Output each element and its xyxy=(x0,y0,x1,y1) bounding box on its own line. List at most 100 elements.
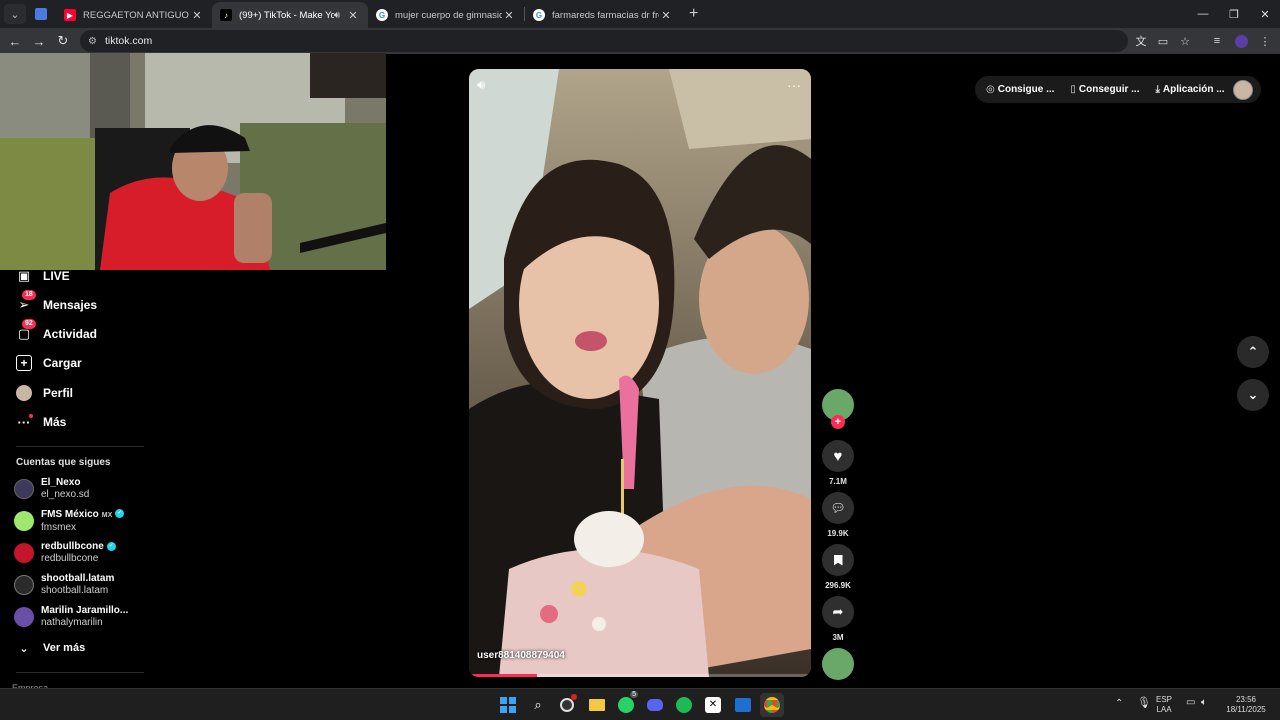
tab-google-search-1[interactable]: G mujer cuerpo de gimnasio - Bu ✕ xyxy=(368,2,524,28)
clock[interactable]: 23:56 18/11/2025 xyxy=(1224,695,1268,715)
obs-icon[interactable] xyxy=(555,693,579,717)
site-info-icon[interactable]: ⚙ xyxy=(88,36,97,47)
file-explorer-icon[interactable] xyxy=(585,693,609,717)
speaker-icon[interactable]: 🔊︎ xyxy=(334,10,340,21)
verified-icon: ✓ xyxy=(106,541,116,551)
chevron-down-icon: ⌄ xyxy=(19,642,29,655)
close-tab-icon[interactable]: ✕ xyxy=(502,9,516,22)
windows-logo xyxy=(500,697,516,713)
following-account[interactable]: FMS México MX ✓ fmsmex xyxy=(14,507,125,535)
pinned-tab[interactable] xyxy=(26,8,56,20)
sidebar-item-label: LIVE xyxy=(43,269,70,283)
see-more-button[interactable]: ⌄ Ver más xyxy=(16,638,85,658)
volume-icon[interactable]: 🔊︎ xyxy=(477,77,485,93)
live-icon: ▣ xyxy=(17,268,31,283)
minimize-button[interactable]: — xyxy=(1187,0,1219,28)
reading-list-icon[interactable]: ≡ xyxy=(1206,30,1228,52)
following-account[interactable]: Marilin Jaramillo... nathalymarilin xyxy=(14,603,128,631)
new-tab-button[interactable]: + xyxy=(689,5,698,23)
volume-tray-icon[interactable]: 🔈︎ xyxy=(1201,698,1207,708)
capcut-icon[interactable]: ✕ xyxy=(701,693,725,717)
restore-button[interactable]: ❐ xyxy=(1218,0,1250,28)
sidebar-item-messages[interactable]: ➢ 18 Mensajes xyxy=(16,290,97,315)
video-progress-fill xyxy=(469,674,538,677)
user-avatar[interactable] xyxy=(1233,80,1253,100)
close-tab-icon[interactable]: ✕ xyxy=(346,9,360,22)
share-icon: ➦ xyxy=(832,604,844,619)
tab-google-search-2[interactable]: G farmareds farmacias dr fred - B ✕ xyxy=(525,2,681,28)
forward-button[interactable]: → xyxy=(27,30,51,52)
activity-icon: ▢ 92 xyxy=(16,319,36,342)
previous-video-button[interactable]: ⌃ xyxy=(1237,336,1269,368)
get-app-button[interactable]: ▯ Conseguir ... xyxy=(1070,84,1139,95)
like-button[interactable]: ♥ xyxy=(822,440,854,472)
windows-start-icon[interactable] xyxy=(496,693,520,717)
tab-tiktok[interactable]: ♪ (99+) TikTok - Make Your Da 🔊︎ ✕ xyxy=(212,2,368,28)
sidebar-item-upload[interactable]: + Cargar xyxy=(16,353,82,373)
video-player[interactable]: 🔊︎ ··· user881408879404 xyxy=(469,69,811,677)
get-coins-label: Consigue ... xyxy=(997,84,1055,95)
follow-plus-icon[interactable]: + xyxy=(831,415,845,429)
share-count: 3M xyxy=(832,633,844,642)
tab-search-button[interactable]: ⌄ xyxy=(4,4,26,24)
share-button[interactable]: ➦ xyxy=(822,596,854,628)
browser-menu-icon[interactable]: ⋮ xyxy=(1254,30,1276,52)
chevron-up-icon: ⌃ xyxy=(1247,344,1259,359)
download-icon: ⤓ xyxy=(1155,84,1160,95)
video-progress-bar[interactable] xyxy=(469,674,811,677)
youtube-icon: ▶ xyxy=(64,9,76,21)
sidebar-item-live[interactable]: ▣ LIVE xyxy=(16,266,70,286)
profile-icon[interactable] xyxy=(1230,30,1252,52)
close-window-button[interactable]: ✕ xyxy=(1249,0,1280,28)
address-bar[interactable]: ⚙ tiktok.com xyxy=(80,30,1128,52)
microsoft-store-icon[interactable] xyxy=(731,693,755,717)
account-username: redbullbcone xyxy=(41,553,99,564)
save-button[interactable] xyxy=(822,544,854,576)
clock-date: 18/11/2025 xyxy=(1226,705,1266,714)
sidebar-divider xyxy=(16,672,144,673)
cast-icon[interactable]: ▭ xyxy=(1152,30,1174,52)
sidebar-item-activity[interactable]: ▢ 92 Actividad xyxy=(16,319,98,344)
close-tab-icon[interactable]: ✕ xyxy=(190,9,204,22)
sidebar-item-profile[interactable]: Perfil xyxy=(16,383,73,403)
back-button[interactable]: ← xyxy=(3,30,27,52)
input-language[interactable]: ESP LAA xyxy=(1156,695,1172,715)
network-icon[interactable]: ▭ xyxy=(1186,698,1195,708)
messages-badge: 18 xyxy=(22,290,36,300)
discord-icon[interactable] xyxy=(643,693,667,717)
sidebar-item-label: Actividad xyxy=(43,327,98,341)
sound-disc[interactable] xyxy=(822,648,854,680)
sidebar-item-more[interactable]: ··· Más xyxy=(16,412,66,432)
next-video-button[interactable]: ⌄ xyxy=(1237,379,1269,411)
following-account[interactable]: redbullbcone ✓ redbullbcone xyxy=(14,539,116,567)
account-avatar xyxy=(14,543,34,563)
get-app-label: Conseguir ... xyxy=(1078,84,1140,95)
close-tab-icon[interactable]: ✕ xyxy=(659,9,673,22)
upload-icon: + xyxy=(16,355,32,371)
download-app-button[interactable]: ⤓ Aplicación ... xyxy=(1155,84,1224,95)
google-icon: G xyxy=(376,9,388,21)
following-account[interactable]: shootball.latam shootball.latam xyxy=(14,571,114,599)
whatsapp-icon[interactable]: 5 xyxy=(614,691,638,717)
video-author[interactable]: user881408879404 xyxy=(477,650,565,661)
reload-button[interactable]: ↻ xyxy=(51,30,75,52)
windows-taskbar: ⌕ 5 ✕ ⌃ 🎙︎ ESP LAA ▭ 🔈︎ 23:56 18/11/2025 xyxy=(0,688,1280,720)
language-code: ESP xyxy=(1156,695,1173,704)
account-username: shootball.latam xyxy=(41,585,109,596)
video-frame xyxy=(469,69,811,677)
microphone-icon[interactable]: 🎙︎ xyxy=(1137,698,1151,709)
chrome-icon[interactable] xyxy=(760,693,784,717)
more-options-icon[interactable]: ··· xyxy=(787,77,801,93)
see-more-label: Ver más xyxy=(43,642,86,654)
bookmark-star-icon[interactable]: ☆ xyxy=(1174,30,1196,52)
tab-youtube[interactable]: ▶ REGGAETON ANTIGUO 90 Y 20 ✕ xyxy=(56,2,212,28)
webcam-overlay xyxy=(0,53,386,270)
following-account[interactable]: El_Nexo el_nexo.sd xyxy=(14,475,89,503)
search-icon[interactable]: ⌕ xyxy=(526,693,550,717)
account-name: El_Nexo xyxy=(41,477,81,488)
comment-button[interactable]: 💬︎ xyxy=(822,492,854,524)
show-hidden-icons[interactable]: ⌃ xyxy=(1115,699,1123,709)
spotify-icon[interactable] xyxy=(672,693,696,717)
get-coins-button[interactable]: ◎ Consigue ... xyxy=(986,84,1054,95)
translate-icon[interactable]: 文 xyxy=(1130,30,1152,52)
